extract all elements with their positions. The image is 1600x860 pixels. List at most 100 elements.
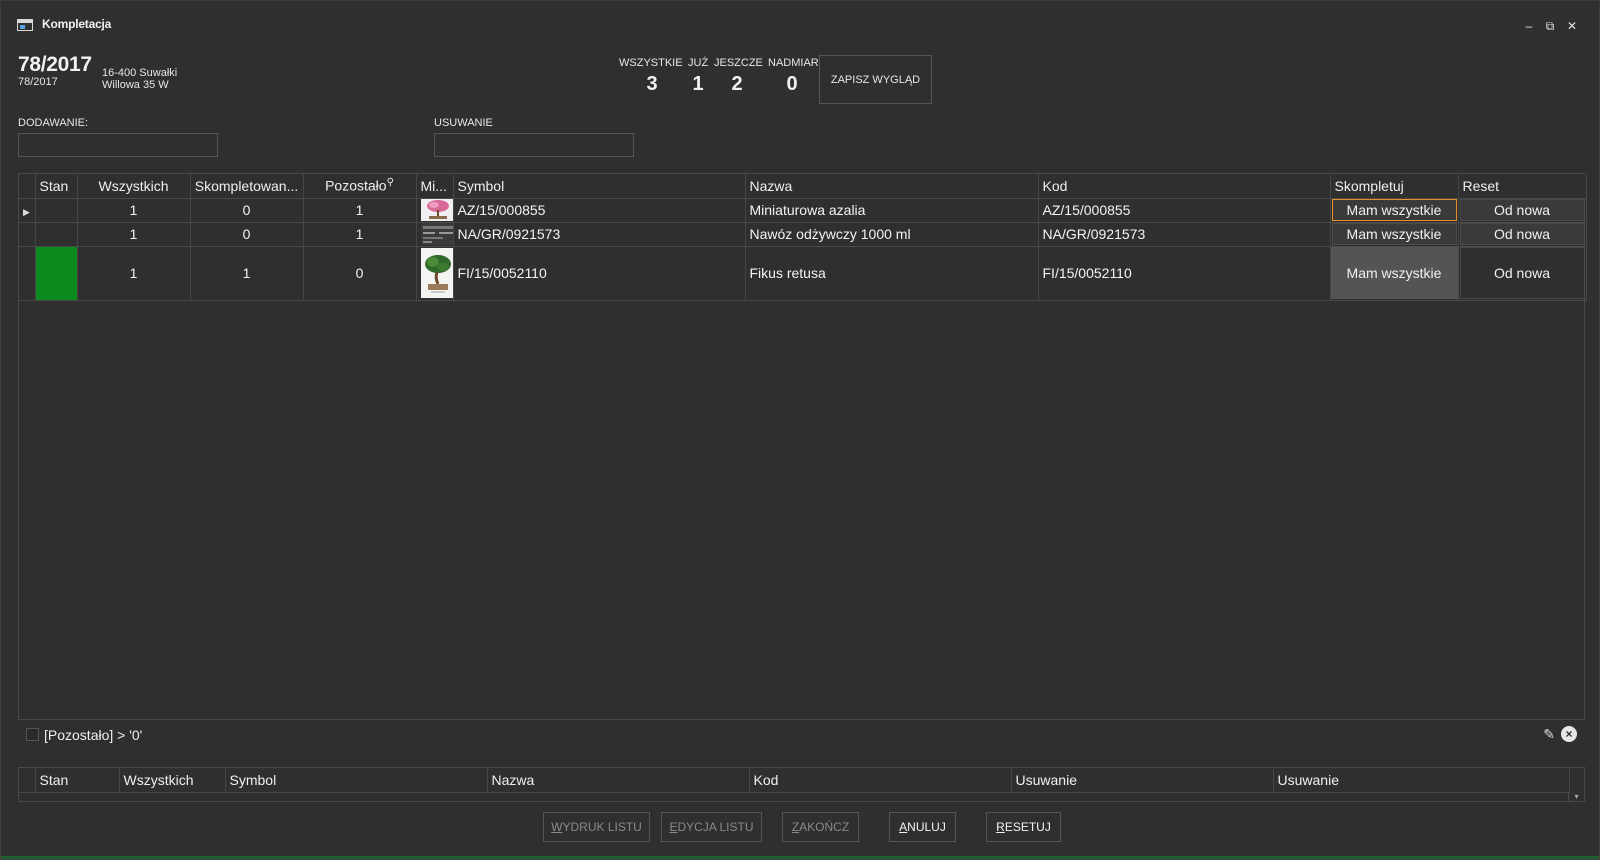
document-number: 78/2017: [18, 53, 92, 76]
cell-nazwa: Nawóz odżywczy 1000 ml: [745, 222, 1039, 247]
adding-input[interactable]: [18, 133, 218, 157]
column-header-usuwanie-2[interactable]: Usuwanie: [1273, 768, 1570, 793]
items-grid: Stan Wszystkich Skompletowan... Pozostał…: [18, 173, 1587, 748]
finish-button[interactable]: ZAKOŃCZ: [782, 812, 859, 842]
cell-wszystkich: 1: [77, 246, 191, 301]
cell-kod: AZ/15/000855: [1038, 198, 1331, 223]
column-header-wszystkich[interactable]: Wszystkich: [119, 768, 226, 793]
grid-header: Stan Wszystkich Skompletowan... Pozostał…: [19, 174, 1587, 199]
status-strip: [1, 856, 1599, 859]
current-row-arrow-icon: ▶: [23, 207, 30, 217]
column-header-symbol[interactable]: Symbol: [225, 768, 488, 793]
counter-label-remaining: JESZCZE: [714, 57, 763, 69]
row-selector[interactable]: ▶: [19, 198, 36, 223]
cancel-button[interactable]: ANULUJ: [889, 812, 956, 842]
cell-miniatura: [416, 198, 454, 223]
header-row-selector: [19, 768, 36, 793]
cell-skompletowane: 1: [190, 246, 304, 301]
counter-value-done: 1: [692, 73, 704, 95]
reset-button[interactable]: RESETUJ: [986, 812, 1061, 842]
cell-reset: Od nowa: [1458, 222, 1587, 247]
reset-row-button[interactable]: Od nowa: [1459, 247, 1585, 299]
app-window-icon: [17, 19, 33, 31]
adding-label: DODAWANIE:: [18, 117, 89, 129]
close-circle-icon[interactable]: ×: [1561, 726, 1577, 742]
column-header-skompletowane[interactable]: Skompletowan...: [190, 174, 304, 199]
row-selector[interactable]: [19, 246, 36, 301]
cell-pozostalo: 1: [303, 198, 417, 223]
print-list-button[interactable]: WYDRUK LISTU: [543, 812, 650, 842]
filter-icon[interactable]: ⚲: [387, 177, 394, 188]
cell-skompletuj: Mam wszystkie: [1330, 198, 1459, 223]
counter-value-excess: 0: [786, 73, 798, 95]
filter-bar: [Pozostało] > '0' ✎ ×: [18, 719, 1585, 748]
cell-kod: NA/GR/0921573: [1038, 222, 1331, 247]
column-header-reset[interactable]: Reset: [1458, 174, 1587, 199]
cell-skompletowane: 0: [190, 222, 304, 247]
azalea-thumbnail: [420, 199, 452, 221]
complete-all-button[interactable]: Mam wszystkie: [1331, 199, 1457, 221]
column-header-nazwa[interactable]: Nazwa: [745, 174, 1039, 199]
grid2-header: Stan Wszystkich Symbol Nazwa Kod Usuwani…: [19, 768, 1570, 793]
column-header-symbol[interactable]: Symbol: [453, 174, 746, 199]
column-header-miniatura[interactable]: Mi...: [416, 174, 454, 199]
table-row[interactable]: 1 1 0 FI/15/0052110 Fikus retusa FI/15/0…: [19, 246, 1587, 301]
reset-row-button[interactable]: Od nowa: [1459, 199, 1585, 221]
column-header-skompletuj[interactable]: Skompletuj: [1330, 174, 1459, 199]
close-icon[interactable]: ✕: [1565, 19, 1579, 33]
cell-stan: [35, 222, 78, 247]
cell-symbol: NA/GR/0921573: [453, 222, 746, 247]
cell-skompletuj: Mam wszystkie: [1330, 246, 1459, 301]
column-header-pozostalo[interactable]: Pozostało⚲: [303, 174, 417, 199]
column-header-stan[interactable]: Stan: [35, 768, 120, 793]
reset-row-button[interactable]: Od nowa: [1459, 223, 1585, 245]
table-row[interactable]: ▶ 1 0 1 AZ/15/000855 Miniaturowa azalia …: [19, 198, 1587, 223]
edit-list-button[interactable]: EDYCJA LISTU: [661, 812, 762, 842]
column-header-kod[interactable]: Kod: [749, 768, 1012, 793]
pencil-icon[interactable]: ✎: [1543, 726, 1555, 743]
column-header-wszystkich[interactable]: Wszystkich: [77, 174, 191, 199]
column-header-kod[interactable]: Kod: [1038, 174, 1331, 199]
window-title: Kompletacja: [42, 17, 112, 31]
cell-miniatura: [416, 246, 454, 301]
complete-all-button[interactable]: Mam wszystkie: [1330, 247, 1457, 299]
cell-pozostalo: 0: [303, 246, 417, 301]
filter-expression[interactable]: [Pozostało] > '0': [44, 727, 142, 743]
title-bar: Kompletacja – ⧉ ✕: [1, 1, 1599, 49]
pozostalo-header-label: Pozostało: [325, 178, 387, 195]
address-line-1: 16-400 Suwałki: [102, 67, 178, 79]
cell-stan: [35, 198, 78, 223]
document-sub-number: 78/2017: [18, 76, 58, 88]
counter-label-all: WSZYSTKIE: [619, 57, 683, 69]
complete-all-button[interactable]: Mam wszystkie: [1331, 223, 1457, 245]
cell-symbol: FI/15/0052110: [453, 246, 746, 301]
minimize-icon[interactable]: –: [1522, 19, 1536, 33]
restore-icon[interactable]: ⧉: [1543, 19, 1557, 33]
cell-nazwa: Fikus retusa: [745, 246, 1039, 301]
removing-input[interactable]: [434, 133, 634, 157]
row-selector[interactable]: [19, 222, 36, 247]
cell-nazwa: Miniaturowa azalia: [745, 198, 1039, 223]
column-header-stan[interactable]: Stan: [35, 174, 78, 199]
address-line-2: Willowa 35 W: [102, 79, 169, 91]
cell-skompletuj: Mam wszystkie: [1330, 222, 1459, 247]
cell-skompletowane: 0: [190, 198, 304, 223]
kompletacja-window: Kompletacja – ⧉ ✕ 78/2017 78/2017 16-400…: [0, 0, 1600, 860]
removed-items-grid: Stan Wszystkich Symbol Nazwa Kod Usuwani…: [18, 767, 1585, 802]
filter-enabled-checkbox[interactable]: [26, 728, 39, 741]
column-header-nazwa[interactable]: Nazwa: [487, 768, 750, 793]
counter-label-excess: NADMIAR: [768, 57, 819, 69]
cell-reset: Od nowa: [1458, 246, 1587, 301]
cell-symbol: AZ/15/000855: [453, 198, 746, 223]
fertilizer-thumbnail: [420, 223, 452, 245]
counter-value-remaining: 2: [731, 73, 743, 95]
save-layout-button[interactable]: ZAPISZ WYGLĄD: [819, 55, 932, 104]
scroll-down-icon[interactable]: ▾: [1568, 792, 1584, 802]
counter-value-all: 3: [646, 73, 658, 95]
cell-pozostalo: 1: [303, 222, 417, 247]
table-row[interactable]: 1 0 1 NA/GR/0921573 Nawóz odżywczy 1000 …: [19, 222, 1587, 247]
header-row-selector: [19, 174, 36, 199]
cell-reset: Od nowa: [1458, 198, 1587, 223]
reset-label: RESETUJ: [996, 820, 1051, 834]
column-header-usuwanie[interactable]: Usuwanie: [1011, 768, 1274, 793]
